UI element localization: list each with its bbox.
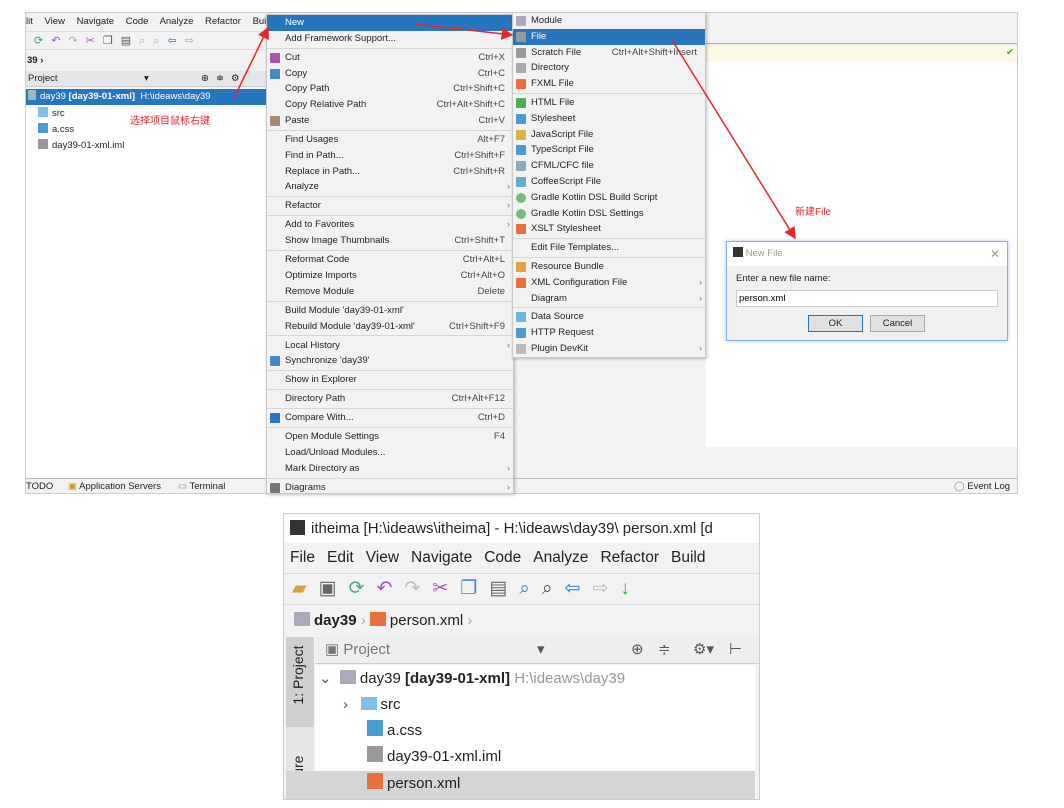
back-icon[interactable]: ⇦ bbox=[565, 578, 593, 599]
tree-item-a-css[interactable]: a.css bbox=[367, 719, 422, 743]
cut-icon[interactable]: ✂ bbox=[432, 578, 460, 599]
menu-refactor[interactable]: Refactor bbox=[600, 549, 659, 566]
menu-code[interactable]: Code bbox=[484, 549, 521, 566]
module-folder-icon bbox=[339, 670, 356, 684]
tree-item-iml[interactable]: day39-01-xml.iml bbox=[367, 745, 501, 769]
title-bar: itheima [H:\ideaws\itheima] - H:\ideaws\… bbox=[284, 514, 759, 543]
arrow-to-new bbox=[233, 26, 269, 99]
menu-build[interactable]: Build bbox=[671, 549, 705, 566]
xml-file-icon bbox=[367, 773, 383, 789]
save-icon[interactable]: ▣ bbox=[319, 578, 349, 599]
project-view-icon: ▣ bbox=[325, 641, 340, 658]
find-icon[interactable]: ⌕ bbox=[519, 578, 542, 599]
css-file-icon bbox=[367, 720, 383, 736]
menu-bar: File Edit View Navigate Code Analyze Refactor B… bbox=[290, 544, 706, 572]
paste-icon[interactable]: ▤ bbox=[489, 578, 519, 599]
menu-view[interactable]: View bbox=[366, 549, 399, 566]
breadcrumb-day39[interactable]: day39 bbox=[294, 612, 357, 629]
sync-icon[interactable]: ⟳ bbox=[349, 578, 377, 599]
tree-item-src[interactable]: › src bbox=[343, 693, 401, 717]
tree-item-person-xml[interactable]: person.xml bbox=[286, 771, 755, 799]
menu-edit[interactable]: Edit bbox=[327, 549, 354, 566]
arrow-to-dialog bbox=[671, 39, 796, 240]
project-tree: ⌄ day39 [day39-01-xml] H:\ideaws\day39 ›… bbox=[286, 665, 755, 799]
forward-icon[interactable]: ⇨ bbox=[592, 578, 620, 599]
hide-panel-icon[interactable]: ⊢ bbox=[729, 637, 742, 663]
menu-navigate[interactable]: Navigate bbox=[411, 549, 472, 566]
menu-analyze[interactable]: Analyze bbox=[533, 549, 588, 566]
toolbar: ▰▣⟳↶↷✂❐▤⌕⌕⇦⇨↓ bbox=[284, 573, 759, 605]
redo-icon[interactable]: ↷ bbox=[404, 578, 432, 599]
chevron-down-icon[interactable]: ▾ bbox=[537, 637, 545, 663]
project-view-selector[interactable]: Project bbox=[343, 641, 390, 658]
chevron-right-icon[interactable]: › bbox=[343, 696, 348, 713]
open-folder-icon[interactable]: ▰ bbox=[292, 578, 319, 599]
intellij-logo-icon bbox=[290, 520, 305, 535]
locate-icon[interactable]: ⊕ bbox=[631, 637, 644, 663]
tree-item-day39[interactable]: ⌄ day39 [day39-01-xml] H:\ideaws\day39 bbox=[319, 667, 625, 691]
chevron-down-icon[interactable]: ⌄ bbox=[319, 670, 332, 687]
undo-icon[interactable]: ↶ bbox=[377, 578, 405, 599]
project-panel-header: ▣ Project ▾ ⊕ ≑ ⚙▾ ⊢ bbox=[315, 637, 759, 664]
breadcrumb-person-xml[interactable]: person.xml bbox=[369, 612, 463, 629]
iml-file-icon bbox=[367, 746, 383, 762]
module-folder-icon bbox=[294, 612, 310, 626]
arrow-to-file bbox=[414, 23, 514, 40]
project-tool-tab[interactable]: 1: Project bbox=[286, 637, 314, 727]
folder-icon bbox=[360, 697, 377, 710]
annotation-arrows bbox=[233, 23, 796, 240]
replace-icon[interactable]: ⌕ bbox=[542, 578, 565, 599]
window-title: itheima [H:\ideaws\itheima] - H:\ideaws\… bbox=[311, 520, 713, 537]
gear-icon[interactable]: ⚙▾ bbox=[693, 637, 714, 663]
binary-icon[interactable]: ↓ bbox=[620, 578, 642, 599]
menu-file[interactable]: File bbox=[290, 549, 315, 566]
collapse-icon[interactable]: ≑ bbox=[658, 637, 671, 663]
breadcrumb: day39 › person.xml › bbox=[294, 606, 472, 636]
ide-window-result: itheima [H:\ideaws\itheima] - H:\ideaws\… bbox=[283, 513, 760, 800]
copy-icon[interactable]: ❐ bbox=[460, 578, 489, 599]
xml-file-icon bbox=[369, 612, 386, 626]
